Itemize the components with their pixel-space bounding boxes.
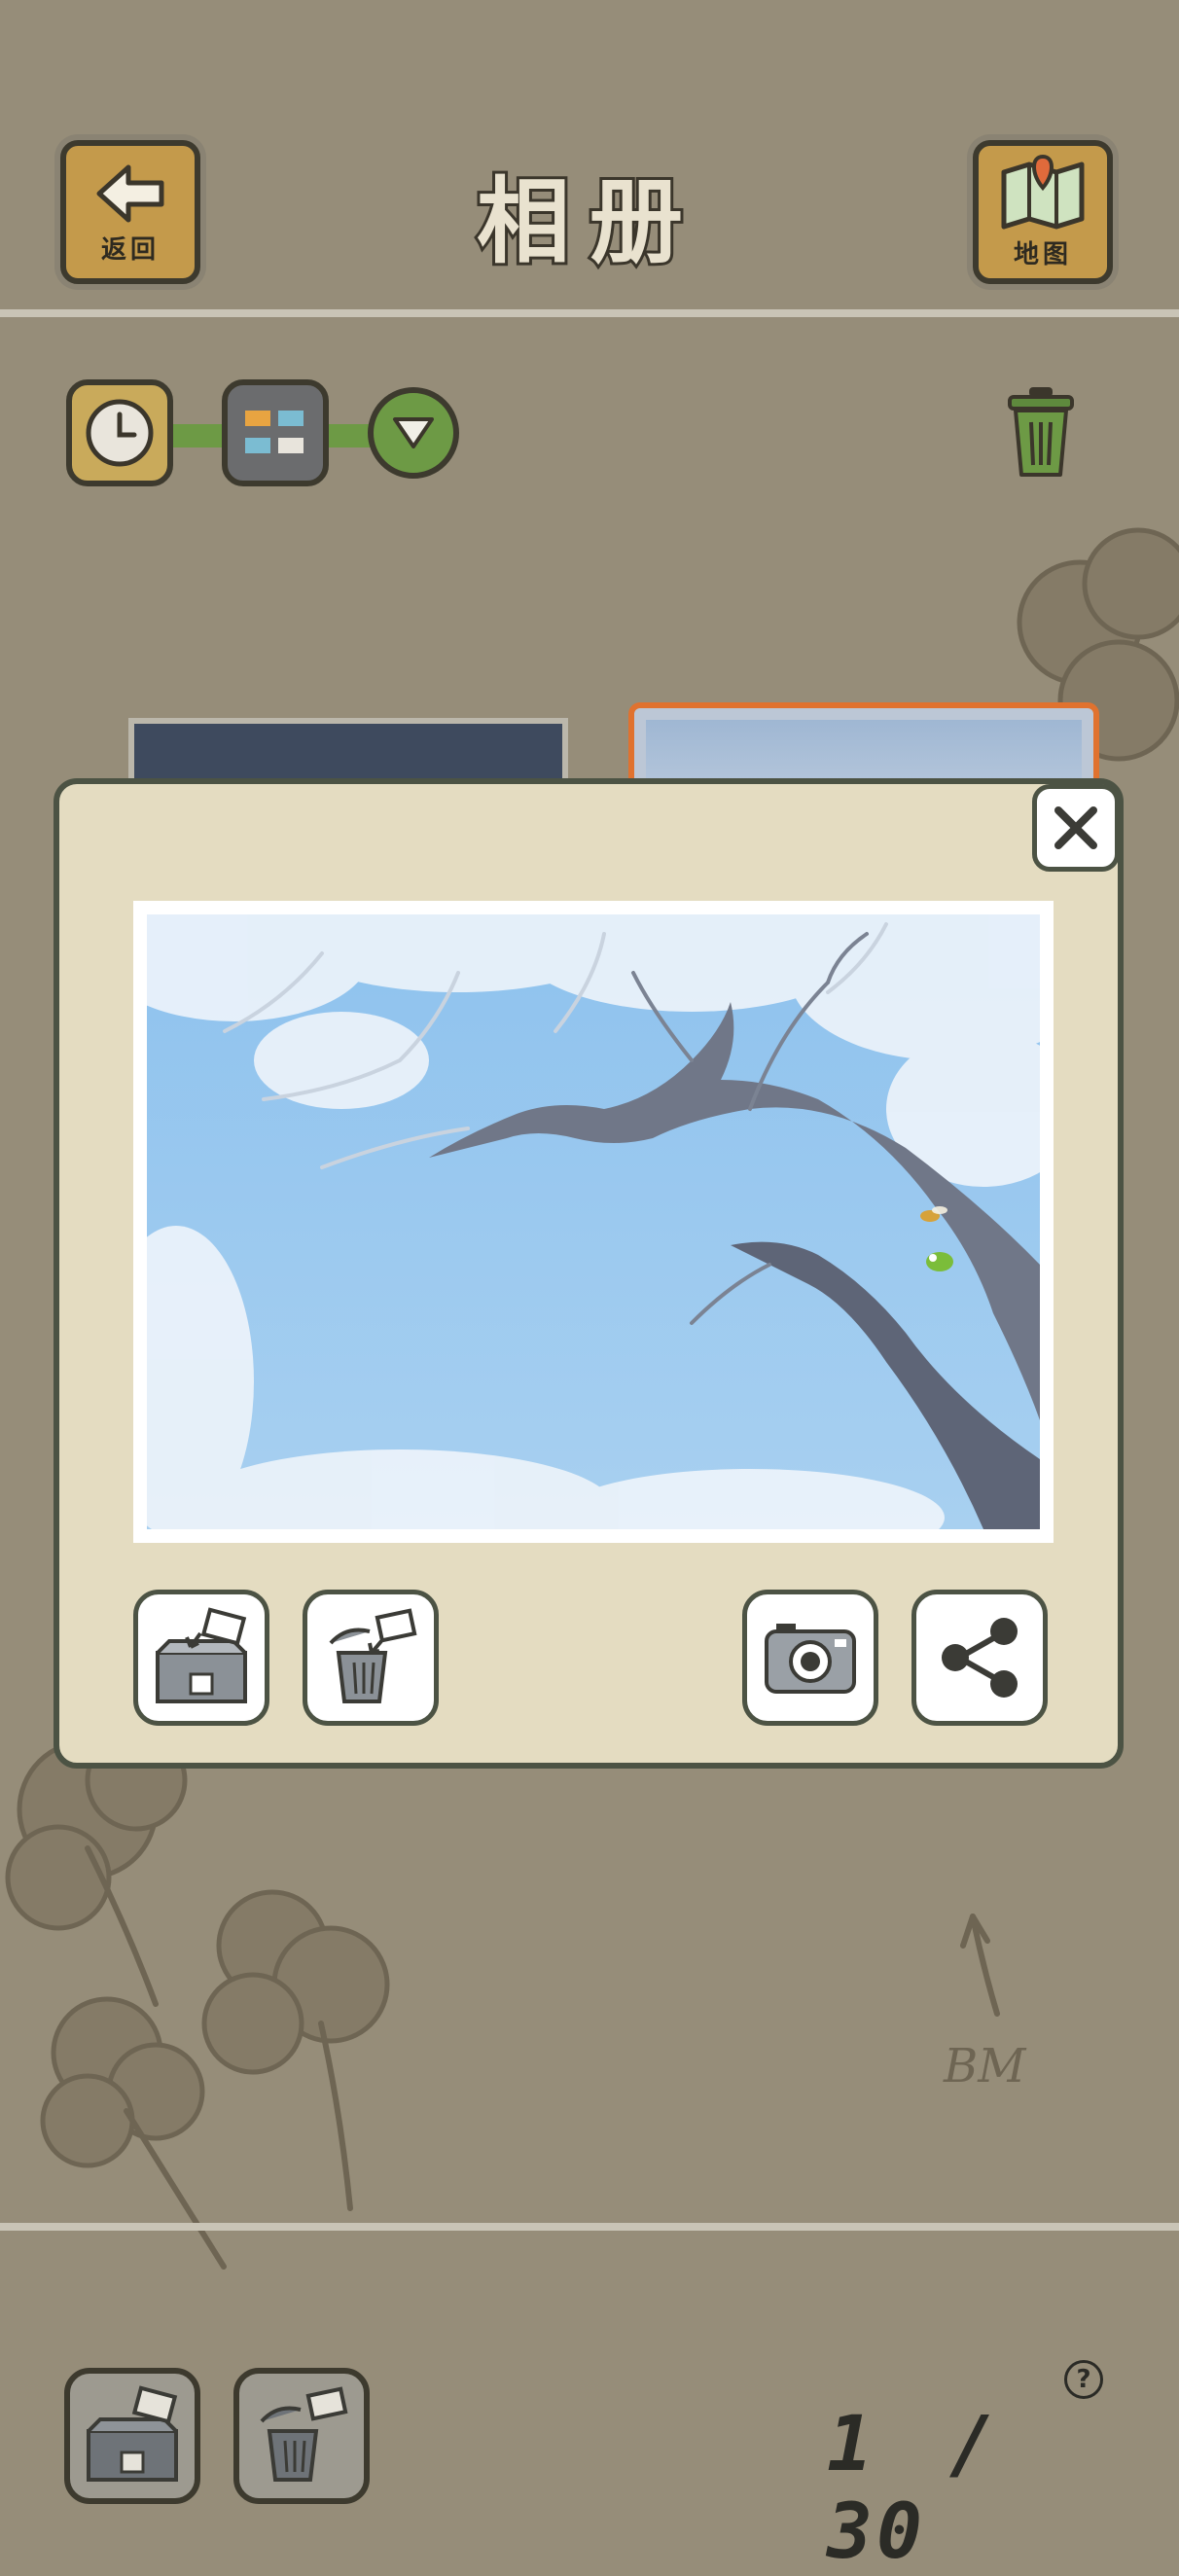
map-label: 地图: [1013, 239, 1072, 269]
arrow-left-icon: [96, 164, 164, 222]
counter-separator: /: [948, 2401, 999, 2488]
filter-dropdown-button[interactable]: [368, 387, 459, 479]
help-button[interactable]: ?: [1064, 2360, 1103, 2399]
map-icon: [1001, 154, 1085, 229]
triangle-down-icon: [393, 417, 434, 448]
trash-delete-icon: [329, 1608, 417, 1703]
close-button[interactable]: [1032, 784, 1120, 872]
clock-icon: [86, 399, 154, 467]
svg-text:BM: BM: [943, 2039, 1027, 2093]
counter-current: 1: [827, 2401, 876, 2488]
close-icon: [1054, 806, 1097, 849]
trash-icon: [1008, 387, 1074, 477]
save-to-camera-button[interactable]: [742, 1590, 878, 1726]
header-divider: [0, 309, 1179, 317]
grid-icon: [245, 411, 304, 453]
trash-delete-icon: [260, 2386, 348, 2482]
box-store-icon: [156, 1607, 247, 1703]
share-button[interactable]: [911, 1590, 1048, 1726]
page-counter: 1 / 30: [827, 2401, 1099, 2576]
footer-delete-button[interactable]: [233, 2368, 370, 2504]
photo-image: [147, 914, 1040, 1529]
photo-frame: [133, 901, 1054, 1543]
footer-divider: [0, 2223, 1179, 2231]
photo-detail-modal: [54, 778, 1124, 1769]
help-label: ?: [1076, 2365, 1091, 2394]
grid-view-button[interactable]: [222, 379, 329, 486]
camera-icon: [765, 1624, 856, 1694]
map-button[interactable]: 地图: [973, 140, 1113, 284]
box-store-icon: [87, 2385, 178, 2482]
store-photo-button[interactable]: [133, 1590, 269, 1726]
counter-total: 30: [827, 2488, 926, 2576]
delete-photo-button[interactable]: [303, 1590, 439, 1726]
back-button[interactable]: 返回: [60, 140, 200, 284]
trash-button[interactable]: [1002, 379, 1080, 486]
sort-by-time-button[interactable]: [66, 379, 173, 486]
footer-store-button[interactable]: [64, 2368, 200, 2504]
back-label: 返回: [100, 234, 160, 265]
share-icon: [942, 1618, 1018, 1698]
page-title: 相册: [474, 164, 702, 279]
